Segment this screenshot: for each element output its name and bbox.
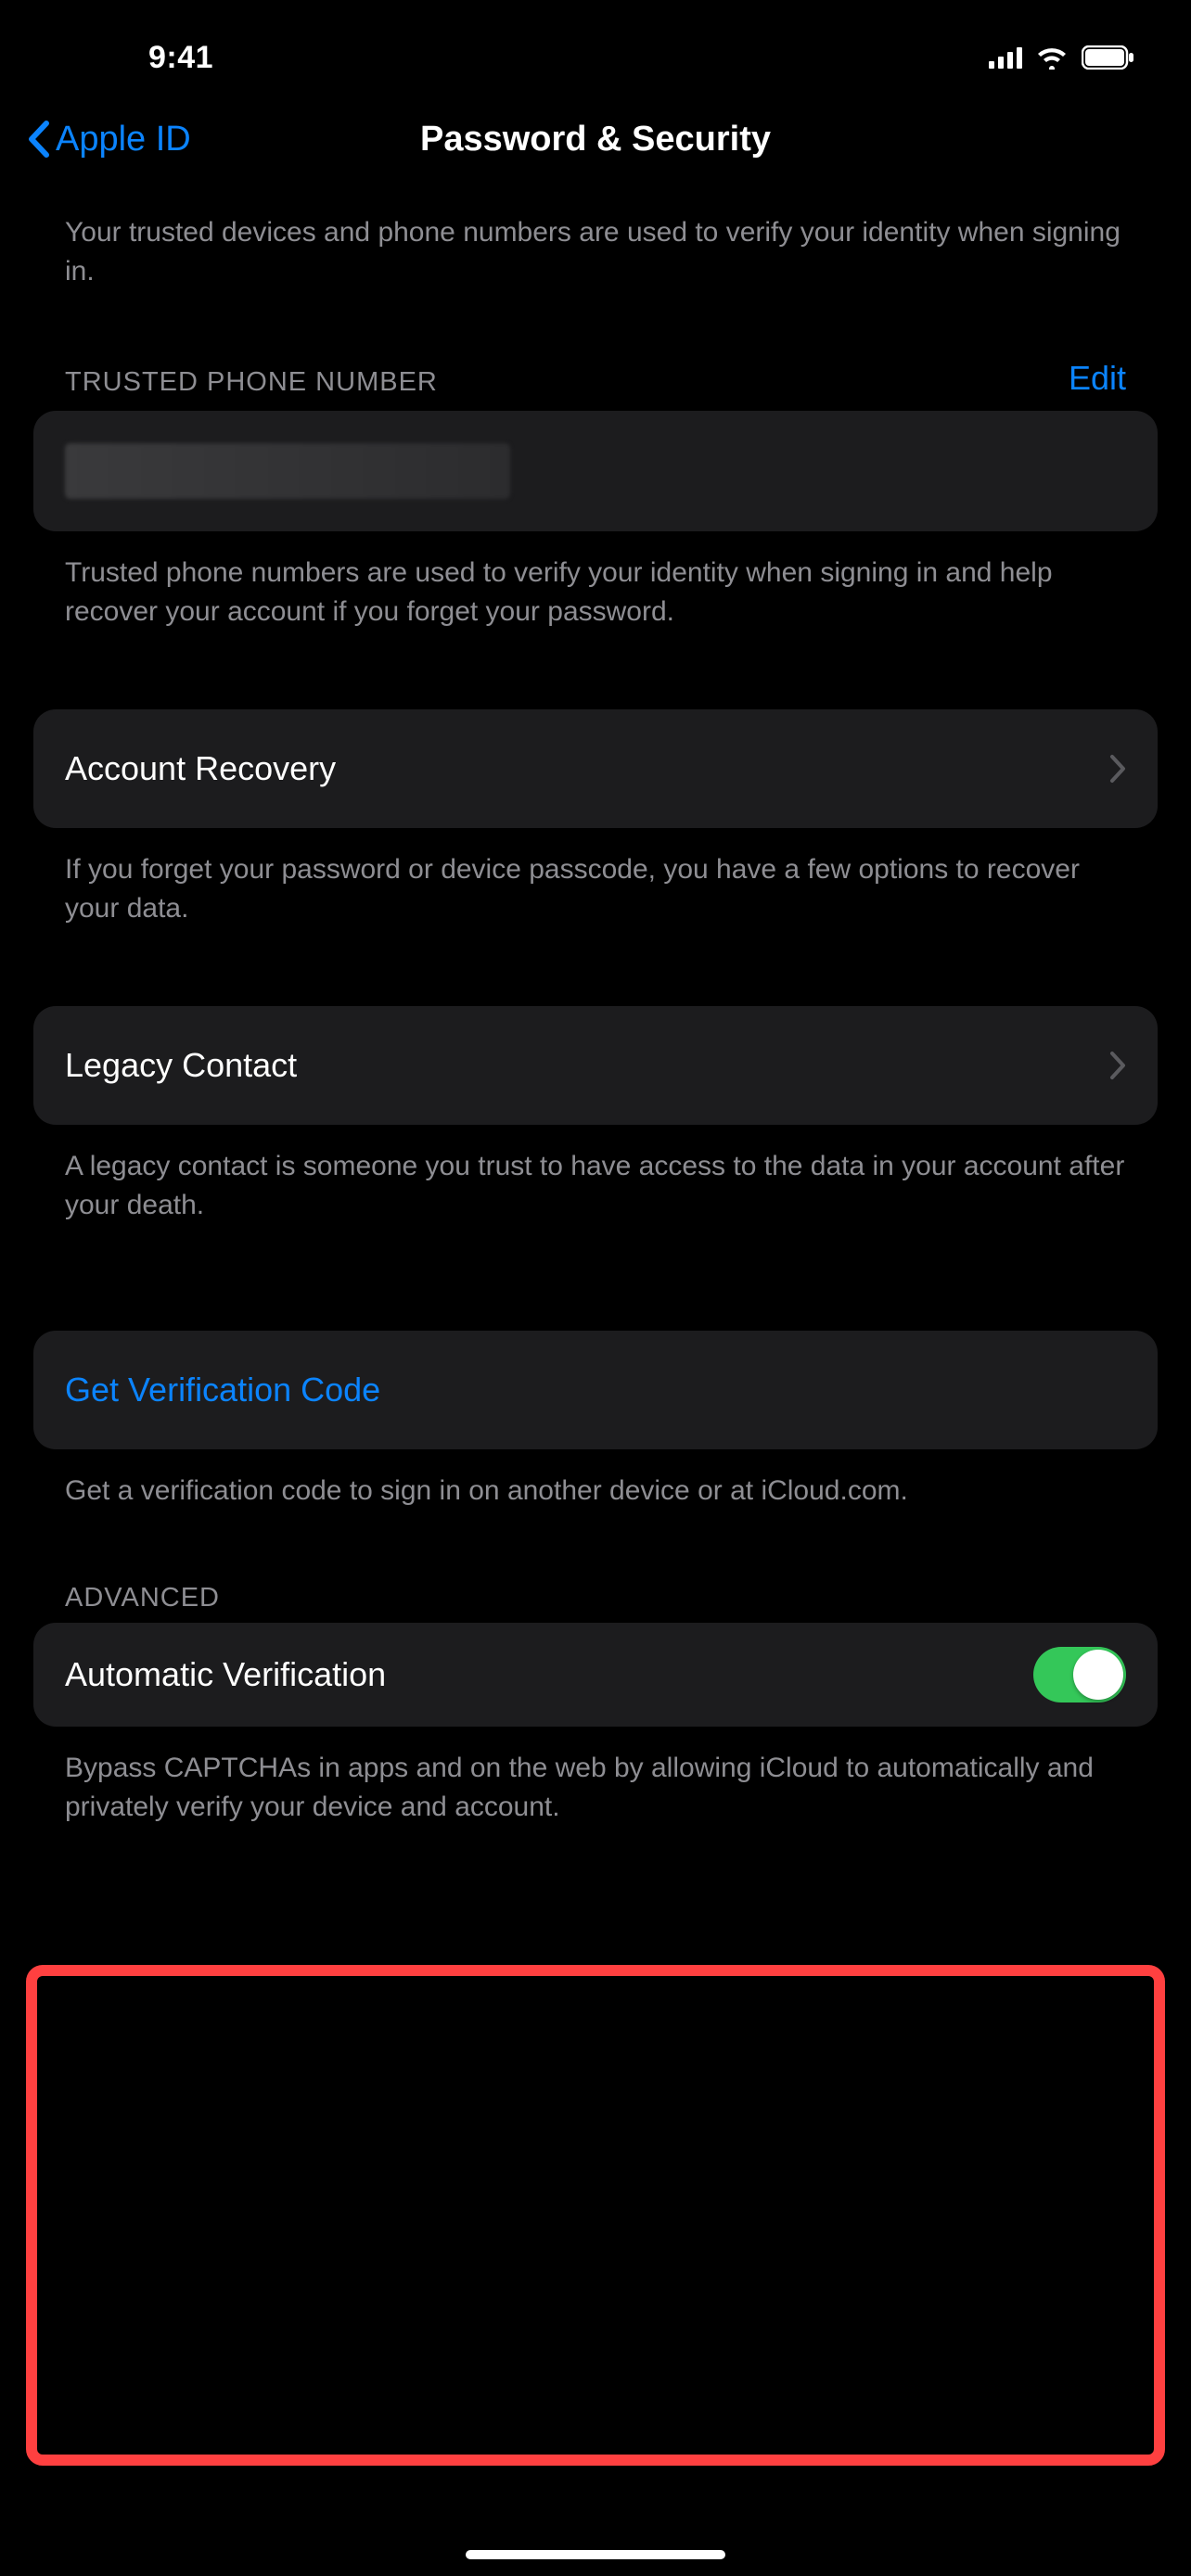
- chevron-right-icon: [1109, 1051, 1126, 1080]
- account-recovery-row[interactable]: Account Recovery: [33, 709, 1158, 828]
- legacy-contact-footer: A legacy contact is someone you trust to…: [0, 1125, 1191, 1238]
- intro-footer: Your trusted devices and phone numbers a…: [0, 185, 1191, 304]
- trusted-phone-header-row: TRUSTED PHONE NUMBER Edit: [0, 346, 1191, 411]
- get-verification-code-label: Get Verification Code: [65, 1371, 380, 1409]
- page-title: Password & Security: [420, 120, 771, 159]
- trusted-phone-section: TRUSTED PHONE NUMBER Edit Trusted phone …: [0, 346, 1191, 644]
- advanced-header: ADVANCED: [65, 1583, 220, 1613]
- trusted-phone-header: TRUSTED PHONE NUMBER: [65, 367, 438, 398]
- account-recovery-label: Account Recovery: [65, 749, 336, 788]
- account-recovery-footer: If you forget your password or device pa…: [0, 828, 1191, 941]
- cellular-icon: [989, 46, 1022, 69]
- back-label: Apple ID: [56, 120, 191, 159]
- verification-code-footer: Get a verification code to sign in on an…: [0, 1449, 1191, 1524]
- trusted-phone-footer: Trusted phone numbers are used to verify…: [0, 531, 1191, 644]
- automatic-verification-row: Automatic Verification: [33, 1623, 1158, 1727]
- back-button[interactable]: Apple ID: [26, 120, 191, 159]
- account-recovery-section: Account Recovery If you forget your pass…: [0, 709, 1191, 941]
- status-time: 9:41: [56, 40, 213, 76]
- legacy-contact-label: Legacy Contact: [65, 1046, 297, 1085]
- get-verification-code-row[interactable]: Get Verification Code: [33, 1331, 1158, 1449]
- automatic-verification-label: Automatic Verification: [65, 1655, 386, 1694]
- home-indicator[interactable]: [466, 2550, 725, 2559]
- advanced-footer: Bypass CAPTCHAs in apps and on the web b…: [0, 1727, 1191, 1840]
- advanced-section: ADVANCED Automatic Verification Bypass C…: [0, 1570, 1191, 1840]
- battery-icon: [1082, 45, 1135, 70]
- highlight-annotation: [26, 1965, 1165, 2466]
- chevron-left-icon: [26, 120, 50, 159]
- legacy-contact-row[interactable]: Legacy Contact: [33, 1006, 1158, 1125]
- automatic-verification-toggle[interactable]: [1033, 1647, 1126, 1702]
- trusted-phone-edit[interactable]: Edit: [1069, 359, 1126, 398]
- status-indicators: [989, 45, 1135, 70]
- legacy-contact-section: Legacy Contact A legacy contact is someo…: [0, 1006, 1191, 1238]
- verification-code-section: Get Verification Code Get a verification…: [0, 1331, 1191, 1524]
- nav-header: Apple ID Password & Security: [0, 93, 1191, 185]
- toggle-knob: [1073, 1650, 1123, 1700]
- trusted-phone-row[interactable]: [33, 411, 1158, 531]
- redacted-phone-number: [65, 443, 510, 499]
- chevron-right-icon: [1109, 754, 1126, 784]
- settings-content: Your trusted devices and phone numbers a…: [0, 185, 1191, 1840]
- wifi-icon: [1035, 45, 1069, 70]
- status-bar: 9:41: [0, 0, 1191, 93]
